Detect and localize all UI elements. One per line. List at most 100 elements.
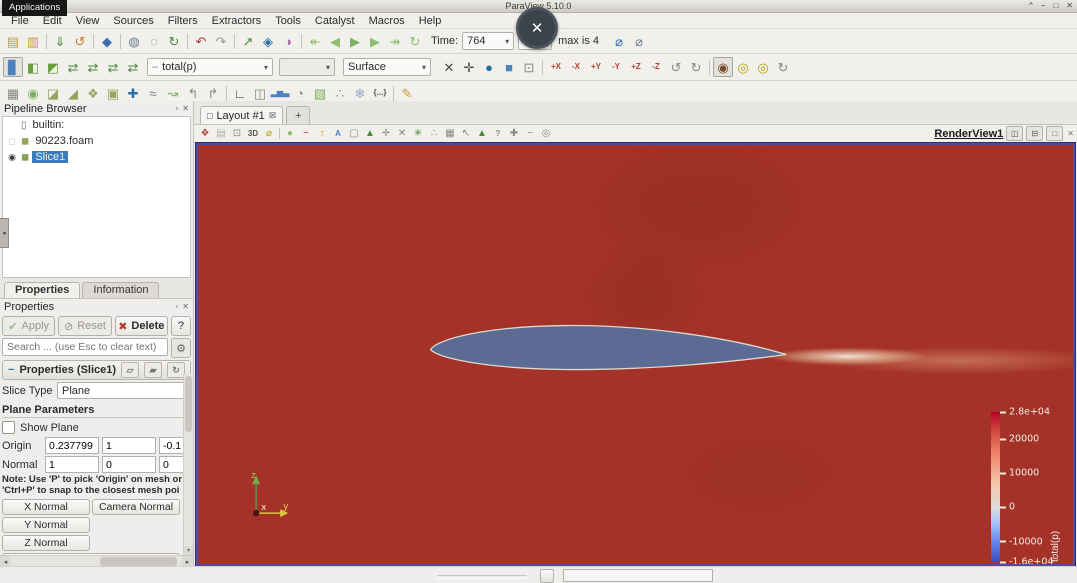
origin-y-field[interactable] bbox=[102, 437, 156, 454]
pipeline-item[interactable]: ◻ ◼ 90223.foam bbox=[3, 133, 190, 149]
previous-frame-icon[interactable]: ◀ bbox=[325, 31, 345, 51]
auto-apply-icon[interactable]: ◆ bbox=[97, 31, 117, 51]
x-normal-button[interactable]: X Normal bbox=[2, 498, 90, 515]
toolbar-separator[interactable] bbox=[709, 59, 710, 75]
hover-points-icon[interactable]: ▦ bbox=[442, 126, 458, 141]
pick-center-of-rotation-icon[interactable]: ◎ bbox=[753, 57, 773, 77]
show-plane-checkbox[interactable] bbox=[2, 421, 15, 434]
toggle-2d3d-icon[interactable]: 3D bbox=[245, 126, 261, 141]
slice-icon[interactable]: ◢ bbox=[63, 83, 83, 103]
pipeline-item-label[interactable]: 90223.foam bbox=[32, 135, 96, 147]
extract-selection-icon[interactable]: ▧ bbox=[310, 83, 330, 103]
remove-selection-icon[interactable]: − bbox=[522, 126, 538, 141]
gear-icon[interactable]: ⚙ bbox=[171, 338, 191, 358]
search-input[interactable] bbox=[2, 338, 168, 356]
close-tab-icon[interactable]: ⊠ bbox=[269, 110, 277, 121]
edit-color-map-icon[interactable]: ◧ bbox=[23, 57, 43, 77]
zoom-closest-to-data-icon[interactable]: ■ bbox=[499, 57, 519, 77]
use-separate-color-map-icon[interactable]: ◩ bbox=[43, 57, 63, 77]
contour-icon[interactable]: ◉ bbox=[23, 83, 43, 103]
origin-x-field[interactable] bbox=[45, 437, 99, 454]
tooltip-select-points-icon[interactable]: ? bbox=[490, 126, 506, 141]
set-view-minus-x-icon[interactable]: -X bbox=[566, 57, 586, 77]
menu-item[interactable]: View bbox=[69, 15, 107, 27]
save-state-icon[interactable]: ⇓ bbox=[50, 31, 70, 51]
menu-item[interactable]: Edit bbox=[36, 15, 69, 27]
glyph-filter-icon[interactable]: ✚ bbox=[123, 83, 143, 103]
select-block-icon[interactable]: ✛ bbox=[378, 126, 394, 141]
interactive-select-cells-icon[interactable]: ✕ bbox=[394, 126, 410, 141]
clear-selection-icon[interactable]: ◎ bbox=[538, 126, 554, 141]
rescale-to-visible-range-icon[interactable]: ⇄ bbox=[123, 57, 143, 77]
warp-by-vector-icon[interactable]: ↝ bbox=[163, 83, 183, 103]
component-combo[interactable]: ▾ bbox=[279, 58, 335, 76]
probe-location-icon[interactable]: ◔ bbox=[290, 83, 310, 103]
toolbar-separator[interactable] bbox=[46, 33, 47, 49]
reset-camera-closest-icon[interactable]: ● bbox=[479, 57, 499, 77]
reset-center-of-rotation-icon[interactable]: ↻ bbox=[773, 57, 793, 77]
zoom-to-selection-icon[interactable]: ⊡ bbox=[519, 57, 539, 77]
rescale-to-temporal-range-icon[interactable]: ⇄ bbox=[103, 57, 123, 77]
keep-above-button[interactable]: ^ bbox=[1029, 2, 1033, 10]
camera-normal-button[interactable]: Camera Normal bbox=[92, 498, 180, 515]
render-viewport[interactable]: z y x 2.8e+04 20000 10000 0 -10000 -1.6e… bbox=[195, 142, 1076, 567]
set-view-plus-y-icon[interactable]: +Y bbox=[586, 57, 606, 77]
rotate-90-ccw-icon[interactable]: ↺ bbox=[666, 57, 686, 77]
menu-item[interactable]: Catalyst bbox=[308, 15, 362, 27]
float-panel-icon[interactable]: ▫ bbox=[175, 302, 178, 311]
set-view-minus-z-icon[interactable]: -Z bbox=[646, 57, 666, 77]
close-view-icon[interactable]: ✕ bbox=[1067, 129, 1074, 138]
camera-undo-icon[interactable]: ▤ bbox=[213, 126, 229, 141]
save-data-icon[interactable]: ▥ bbox=[23, 31, 43, 51]
grow-selection-icon[interactable]: ✚ bbox=[506, 126, 522, 141]
close-button[interactable]: ✕ bbox=[1066, 2, 1073, 10]
close-panel-icon[interactable]: ✕ bbox=[182, 302, 189, 311]
set-view-plus-z-icon[interactable]: +Z bbox=[626, 57, 646, 77]
find-data-icon[interactable]: ◈ bbox=[258, 31, 278, 51]
play-icon[interactable]: ▶ bbox=[345, 31, 365, 51]
reset-session-icon[interactable]: ↻ bbox=[164, 31, 184, 51]
edit-annotation-icon[interactable]: ✎ bbox=[397, 83, 417, 103]
pipeline-item-label[interactable]: Slice1 bbox=[32, 151, 69, 163]
next-frame-icon[interactable]: ▶ bbox=[365, 31, 385, 51]
scroll-down-icon[interactable]: ▾ bbox=[184, 546, 193, 555]
select-polygon-icon[interactable]: ▲ bbox=[362, 126, 378, 141]
split-vertical-button[interactable]: ⊟ bbox=[1026, 126, 1044, 141]
interactive-select-points-icon[interactable]: ✳ bbox=[410, 126, 426, 141]
clip-icon[interactable]: ◪ bbox=[43, 83, 63, 103]
menu-item[interactable]: Filters bbox=[161, 15, 205, 27]
redo-icon[interactable]: ↷ bbox=[211, 31, 231, 51]
plot-over-line-icon[interactable]: ∟ bbox=[230, 83, 250, 103]
zoom-to-box-icon[interactable]: ⌀ bbox=[261, 126, 277, 141]
paste-properties-icon[interactable]: ▰ bbox=[144, 362, 163, 378]
maximize-button[interactable]: □ bbox=[1053, 2, 1058, 10]
menu-item[interactable]: File bbox=[4, 15, 36, 27]
toolbar-separator[interactable] bbox=[93, 33, 94, 49]
abort-progress-button[interactable] bbox=[540, 569, 554, 583]
rubber-band-select-icon[interactable]: ▢ bbox=[346, 126, 362, 141]
add-layout-tab-button[interactable]: + bbox=[286, 106, 311, 124]
menu-item[interactable]: Tools bbox=[268, 15, 308, 27]
toolbar-separator[interactable] bbox=[393, 85, 394, 101]
apply-button[interactable]: ✔ Apply bbox=[2, 316, 56, 336]
toolbar-separator[interactable] bbox=[542, 59, 543, 75]
menu-item[interactable]: Extractors bbox=[205, 15, 269, 27]
toolbar-separator[interactable] bbox=[301, 33, 302, 49]
tab-layout-1[interactable]: □ Layout #1 ⊠ bbox=[200, 106, 284, 124]
open-file-icon[interactable]: ▤ bbox=[3, 31, 23, 51]
toolbar-separator[interactable] bbox=[187, 33, 188, 49]
scrollbar-thumb[interactable] bbox=[99, 557, 177, 566]
screen-recorder-stop-button[interactable]: ✕ bbox=[516, 7, 558, 49]
panel-collapse-handle[interactable]: ◂ bbox=[0, 218, 9, 248]
select-cells-through-icon[interactable]: ↑ bbox=[314, 126, 330, 141]
pipeline-item[interactable]: ◉ ◼ Slice1 bbox=[3, 149, 190, 165]
stream-tracer-icon[interactable]: ≈ bbox=[143, 83, 163, 103]
extract-group-icon[interactable]: ↱ bbox=[203, 83, 223, 103]
color-map-editor-icon[interactable]: ◑ bbox=[278, 31, 298, 51]
reset-camera-icon[interactable]: ✕ bbox=[439, 57, 459, 77]
reset-camera-to-normal-button[interactable]: Reset Camera to Normal bbox=[2, 552, 180, 555]
apply-changes-icon[interactable]: ↗ bbox=[238, 31, 258, 51]
group-datasets-icon[interactable]: ↰ bbox=[183, 83, 203, 103]
menu-item[interactable]: Macros bbox=[362, 15, 412, 27]
visibility-eye-icon[interactable]: ◉ bbox=[6, 152, 18, 163]
